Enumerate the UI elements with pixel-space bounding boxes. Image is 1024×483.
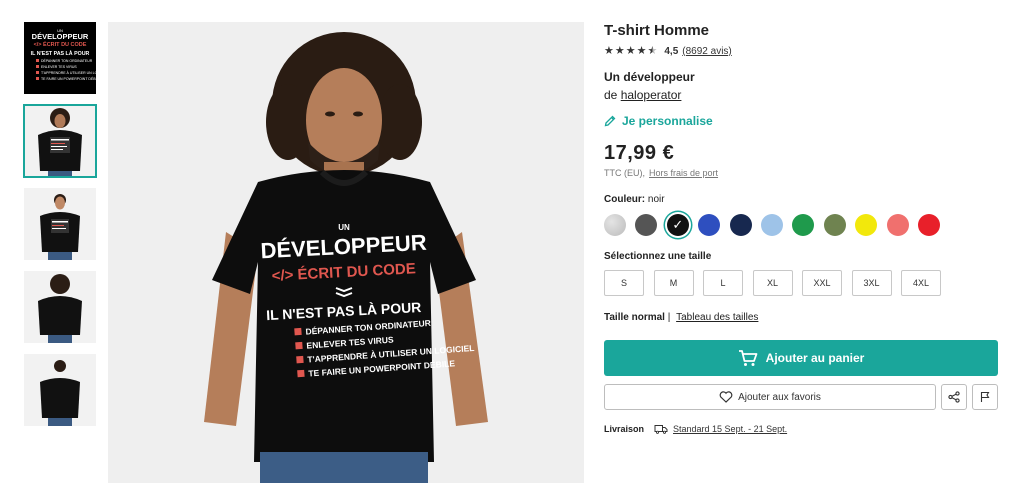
thumbnail-model-back[interactable] xyxy=(24,271,96,343)
product-main-image[interactable]: UN DÉVELOPPEUR </> ÉCRIT DU CODE IL N'ES… xyxy=(108,22,584,483)
secondary-actions: Ajouter aux favoris xyxy=(604,384,1000,410)
review-count-link[interactable]: (8692 avis) xyxy=(682,46,731,57)
truck-icon xyxy=(654,425,668,434)
designer-link[interactable]: haloperator xyxy=(621,88,682,102)
flag-icon xyxy=(980,391,990,402)
color-swatch-navy[interactable] xyxy=(729,214,752,236)
delivery-row: Livraison Standard 15 Sept. - 21 Sept. xyxy=(604,424,1000,434)
svg-text:TE FAIRE UN POWERPOINT DÉBILE: TE FAIRE UN POWERPOINT DÉBILE xyxy=(41,76,96,81)
personalise-link[interactable]: Je personnalise xyxy=(604,114,1000,128)
svg-text:DÉVELOPPEUR: DÉVELOPPEUR xyxy=(260,230,427,264)
color-label-title: Couleur: xyxy=(604,194,646,205)
size-option-3xl[interactable]: 3XL xyxy=(851,270,892,296)
size-option-m[interactable]: M xyxy=(653,270,694,296)
size-chart-link[interactable]: Tableau des tailles xyxy=(676,312,758,323)
color-label: Couleur: noir xyxy=(604,194,1000,205)
product-details-panel: T-shirt Homme ★ ★ ★ ★ ★ 4,5 (8692 avis) … xyxy=(604,22,1000,434)
selected-color-name: noir xyxy=(647,194,665,205)
cart-icon xyxy=(738,350,758,366)
size-label: Sélectionnez une taille xyxy=(604,251,712,262)
svg-text:ENLEVER TES VIRUS: ENLEVER TES VIRUS xyxy=(41,65,77,69)
pencil-icon xyxy=(604,115,616,127)
color-swatch-olive[interactable] xyxy=(823,214,846,236)
personalise-label: Je personnalise xyxy=(622,114,713,128)
star-full-icon: ★ xyxy=(604,45,614,57)
fit-separator: | xyxy=(667,312,671,323)
size-options: S M L XL XXL 3XL 4XL xyxy=(604,270,1000,296)
svg-text:DÉPANNER TON ORDINATEUR: DÉPANNER TON ORDINATEUR xyxy=(305,318,431,337)
heart-icon xyxy=(719,391,733,403)
svg-text:UN: UN xyxy=(338,223,350,232)
shipping-cost-link[interactable]: Hors frais de port xyxy=(649,168,718,178)
checkmark-icon: ✓ xyxy=(672,217,684,232)
add-to-cart-button[interactable]: Ajouter au panier xyxy=(604,340,998,376)
size-option-xxl[interactable]: XXL xyxy=(802,270,842,296)
size-option-xl[interactable]: XL xyxy=(752,270,793,296)
svg-text:</> ÉCRIT DU CODE: </> ÉCRIT DU CODE xyxy=(271,260,416,285)
thumbnail-model-front-2[interactable] xyxy=(24,188,96,260)
delivery-label: Livraison xyxy=(604,424,645,434)
add-to-cart-label: Ajouter au panier xyxy=(765,351,865,365)
share-button[interactable] xyxy=(941,384,967,410)
product-price: 17,99 € xyxy=(604,142,675,164)
color-swatch-light-blue[interactable] xyxy=(760,214,783,236)
product-title: T-shirt Homme xyxy=(604,22,710,39)
color-swatch-dark-grey[interactable] xyxy=(635,214,658,236)
design-name: Un développeur xyxy=(604,70,695,84)
fit-label: Taille normal xyxy=(604,312,665,323)
thumbnail-model-front[interactable] xyxy=(23,104,97,178)
thumbnail-list: UN DÉVELOPPEUR </> ÉCRIT DU CODE IL N'ES… xyxy=(23,22,97,437)
share-icon xyxy=(948,391,960,403)
color-swatch-black[interactable]: ✓ xyxy=(666,214,689,236)
designer-line: de haloperator xyxy=(604,88,1000,102)
star-full-icon: ★ xyxy=(636,45,647,57)
size-option-s[interactable]: S xyxy=(604,270,644,296)
size-option-4xl[interactable]: 4XL xyxy=(901,270,941,296)
size-option-l[interactable]: L xyxy=(703,270,743,296)
color-swatch-red[interactable] xyxy=(917,214,940,236)
svg-text:ENLEVER TES VIRUS: ENLEVER TES VIRUS xyxy=(306,334,394,350)
svg-text:T'APPRENDRE À UTILISER UN LOGI: T'APPRENDRE À UTILISER UN LOGICIEL xyxy=(41,71,96,75)
delivery-estimate-link[interactable]: Standard 15 Sept. - 21 Sept. xyxy=(673,424,787,434)
designer-prefix: de xyxy=(604,88,618,102)
svg-text:</> ÉCRIT DU CODE: </> ÉCRIT DU CODE xyxy=(34,40,87,48)
shirt-design-print: UN DÉVELOPPEUR </> ÉCRIT DU CODE IL N'ES… xyxy=(260,223,475,379)
star-full-icon: ★ xyxy=(625,45,636,57)
rating-row[interactable]: ★ ★ ★ ★ ★ 4,5 (8692 avis) xyxy=(604,46,1000,58)
fit-row: Taille normal | Tableau des tailles xyxy=(604,312,1000,323)
add-to-favorites-button[interactable]: Ajouter aux favoris xyxy=(604,384,936,410)
star-half-icon: ★ xyxy=(647,45,658,57)
color-swatch-coral[interactable] xyxy=(886,214,909,236)
svg-text:DÉPANNER TON ORDINATEUR: DÉPANNER TON ORDINATEUR xyxy=(41,58,93,63)
color-swatch-heather-grey[interactable] xyxy=(604,214,626,236)
price-note: TTC (EU), Hors frais de port xyxy=(604,168,1000,178)
svg-text:DÉVELOPPEUR: DÉVELOPPEUR xyxy=(32,32,89,41)
svg-text:IL N'EST PAS LÀ POUR: IL N'EST PAS LÀ POUR xyxy=(31,50,90,57)
thumbnail-design[interactable]: UN DÉVELOPPEUR </> ÉCRIT DU CODE IL N'ES… xyxy=(24,22,96,94)
add-to-favorites-label: Ajouter aux favoris xyxy=(738,391,821,403)
thumbnail-model-back-2[interactable] xyxy=(24,354,96,426)
color-swatch-green[interactable] xyxy=(792,214,815,236)
rating-stars: ★ ★ ★ ★ ★ xyxy=(604,46,658,57)
rating-value: 4,5 xyxy=(664,46,679,57)
color-swatches: ✓ xyxy=(604,214,1000,236)
report-button[interactable] xyxy=(972,384,998,410)
star-full-icon: ★ xyxy=(614,45,625,57)
price-tax-note: TTC (EU), xyxy=(604,168,645,178)
color-swatch-royal-blue[interactable] xyxy=(698,214,721,236)
color-swatch-yellow[interactable] xyxy=(855,214,878,236)
